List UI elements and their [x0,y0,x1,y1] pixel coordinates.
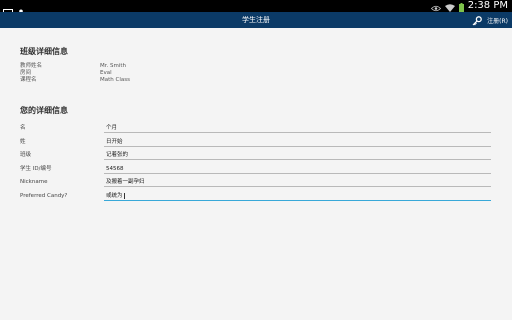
class-field[interactable]: 记着张的 [104,151,491,160]
preferred-candy-value: 或统为 [106,193,123,199]
student-id-row: 学生 ID/编号 54568 [20,165,491,177]
teacher-name-value: Mr. Smith [100,63,127,69]
app-title: 学生注册 [242,16,270,24]
class-row: 班级 记着张的 [20,151,491,163]
register-label: 注册(R) [487,17,508,25]
class-details-heading: 班级详细信息 [20,47,68,56]
text-cursor [123,192,125,199]
nickname-value: 及搬着一副孕妇 [106,179,145,185]
last-name-value: 日开始 [106,139,123,145]
first-name-label: 名 [20,125,26,131]
key-icon [472,11,482,30]
app-bar: 学生注册 注册(R) [0,12,512,28]
register-button[interactable]: 注册(R) [472,12,508,28]
status-bar: 2:38 PM [0,0,512,17]
course-name-label: 课程名 [20,77,37,83]
student-id-value: 54568 [106,166,124,172]
room-value: Eval [100,70,112,76]
last-name-label: 姓 [20,139,26,145]
preferred-candy-row: Preferred Candy? 或统为 [20,192,491,204]
preferred-candy-label: Preferred Candy? [20,193,68,199]
last-name-field[interactable]: 日开始 [104,138,491,147]
class-value: 记着张的 [106,152,129,158]
teacher-name-label: 教师姓名 [20,63,43,69]
first-name-value: 个月 [106,125,118,131]
class-label: 班级 [20,152,32,158]
your-details-heading: 您的详细信息 [20,106,68,115]
last-name-row: 姓 日开始 [20,138,491,150]
first-name-row: 名 个月 [20,124,491,136]
first-name-field[interactable]: 个月 [104,124,491,133]
room-label: 房间 [20,70,32,76]
nickname-field[interactable]: 及搬着一副孕妇 [104,178,491,187]
preferred-candy-field[interactable]: 或统为 [104,192,491,201]
nickname-label: Nickname [20,179,48,185]
student-id-label: 学生 ID/编号 [20,166,52,172]
student-id-field[interactable]: 54568 [104,165,491,174]
nickname-row: Nickname 及搬着一副孕妇 [20,178,491,190]
course-name-value: Math Class [100,77,130,83]
